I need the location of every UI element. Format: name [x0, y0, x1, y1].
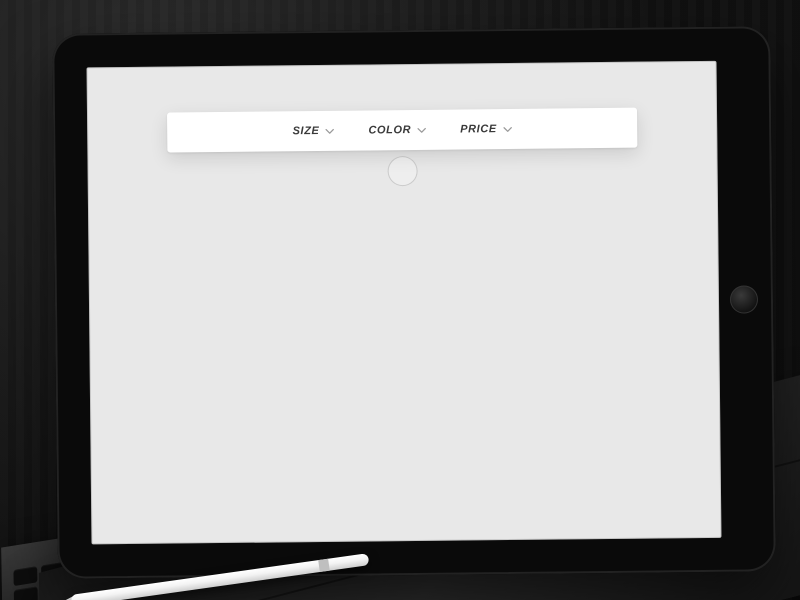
- chevron-down-icon: [325, 126, 334, 135]
- filter-price[interactable]: PRICE: [460, 123, 512, 136]
- tablet-device: SIZE COLOR PRICE: [52, 26, 776, 578]
- filter-price-label: PRICE: [460, 123, 497, 135]
- chevron-down-icon: [503, 124, 512, 133]
- stylus-band: [318, 559, 330, 572]
- filter-color-label: COLOR: [368, 124, 411, 136]
- chevron-down-icon: [417, 125, 426, 134]
- filter-color[interactable]: COLOR: [368, 124, 426, 137]
- home-button[interactable]: [730, 285, 758, 313]
- filter-size-label: SIZE: [293, 125, 320, 137]
- filter-size[interactable]: SIZE: [293, 125, 335, 137]
- tablet-screen: SIZE COLOR PRICE: [87, 61, 722, 545]
- touch-ripple: [387, 156, 417, 186]
- filter-bar: SIZE COLOR PRICE: [167, 108, 637, 153]
